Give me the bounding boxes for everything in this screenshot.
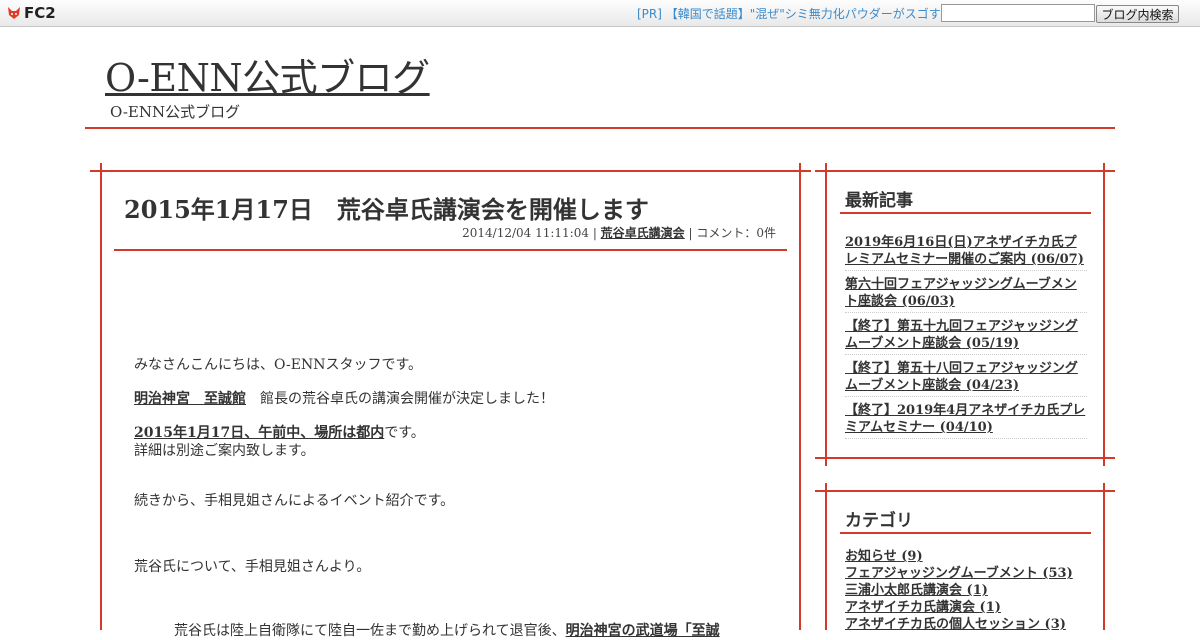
bio-text: 荒谷氏は陸上自衛隊にて陸自一佐まで勤め上げられて退官後、 — [174, 623, 566, 639]
recent-entry-link[interactable]: 第六十回フェアジャッジングムーブメント座談会 (06/03) — [845, 277, 1077, 309]
recent-frame-bottom — [815, 457, 1115, 459]
entry-paragraph-greeting: みなさんこんにちは、O-ENNスタッフです。 — [134, 357, 423, 373]
recent-entry-link[interactable]: 【終了】2019年4月アネザイチカ氏プレミアムセミナー (04/10) — [845, 403, 1085, 435]
recent-entries-list: 2019年6月16日(日)アネザイチカ氏プレミアムセミナー開催のご案内 (06/… — [845, 233, 1087, 443]
category-list: お知らせ (9) フェアジャッジングムーブメント (53) 三浦小太郎氏講演会 … — [845, 548, 1073, 633]
recent-entry-item: 【終了】第五十九回フェアジャッジングムーブメント座談会 (05/19) — [845, 317, 1087, 355]
blog-search-button[interactable]: ブログ内検索 — [1096, 5, 1179, 23]
category-item: アネザイチカ氏の個人セッション (3) — [845, 616, 1073, 633]
entry-paragraph-announcement: 明治神宮 至誠館 館長の荒谷卓氏の講演会開催が決定しました！ — [134, 390, 554, 408]
category-link[interactable]: お知らせ (9) — [845, 549, 923, 564]
announcement-text: 館長の荒谷卓氏の講演会開催が決定しました！ — [246, 391, 554, 407]
entry-title: 2015年1月17日 荒谷卓氏講演会を開催します — [124, 195, 649, 224]
category-heading-underline — [840, 532, 1091, 534]
recent-entry-item: 2019年6月16日(日)アネザイチカ氏プレミアムセミナー開催のご案内 (06/… — [845, 233, 1087, 271]
recent-heading-underline — [840, 212, 1091, 214]
meiji-jingu-link[interactable]: 明治神宮 至誠館 — [134, 391, 246, 407]
budojo-link[interactable]: 明治神宮の武道場「至誠 — [566, 623, 720, 639]
pr-ad-link[interactable]: [PR] 【韓国で話題】"混ぜ"シミ無力化パウダーがスゴす — [637, 5, 941, 22]
blog-title-link[interactable]: O-ENN公式ブログ — [105, 47, 430, 102]
category-item: 三浦小太郎氏講演会 (1) — [845, 582, 1073, 599]
fc2-logo[interactable]: FC2 — [6, 4, 56, 22]
category-frame-top — [815, 490, 1115, 492]
recent-frame-right — [1103, 163, 1105, 466]
category-heading: カテゴリ — [845, 511, 913, 531]
recent-entry-item: 【終了】2019年4月アネザイチカ氏プレミアムセミナー (04/10) — [845, 401, 1087, 439]
recent-entry-link[interactable]: 【終了】第五十八回フェアジャッジングムーブメント座談会 (04/23) — [845, 361, 1078, 393]
fc2-header-bar: FC2 [PR] 【韓国で話題】"混ぜ"シミ無力化パウダーがスゴす ブログ内検索 — [0, 0, 1200, 27]
entry-comments[interactable]: | コメント：0件 — [685, 226, 777, 240]
entry-paragraph-details: 詳細は別途ご案内致します。 — [134, 443, 315, 459]
recent-entry-link[interactable]: 【終了】第五十九回フェアジャッジングムーブメント座談会 (05/19) — [845, 319, 1078, 351]
entry-frame-top — [90, 170, 811, 172]
entry-paragraph-continue: 続きから、手相見姐さんによるイベント紹介です。 — [134, 493, 455, 509]
category-item: お知らせ (9) — [845, 548, 1073, 565]
entry-title-divider — [114, 249, 787, 251]
blog-description: O-ENN公式ブログ — [110, 103, 241, 121]
header-divider — [85, 127, 1115, 129]
recent-frame-left — [825, 163, 827, 466]
recent-entry-link[interactable]: 2019年6月16日(日)アネザイチカ氏プレミアムセミナー開催のご案内 (06/… — [845, 235, 1084, 267]
entry-meta: 2014/12/04 11:11:04 | 荒谷卓氏講演会 | コメント：0件 — [462, 224, 776, 241]
category-link[interactable]: フェアジャッジングムーブメント (53) — [845, 566, 1073, 581]
category-item: アネザイチカ氏講演会 (1) — [845, 599, 1073, 616]
recent-entries-heading: 最新記事 — [845, 191, 913, 211]
fc2-fox-icon — [8, 7, 20, 19]
entry-paragraph-date: 2015年1月17日、午前中、場所は都内です。 — [134, 424, 425, 442]
category-link[interactable]: 三浦小太郎氏講演会 (1) — [845, 583, 988, 598]
event-date-link[interactable]: 2015年1月17日、午前中、場所は都内 — [134, 425, 384, 441]
category-frame-right — [1103, 483, 1105, 630]
recent-frame-top — [815, 170, 1115, 172]
recent-entry-item: 第六十回フェアジャッジングムーブメント座談会 (06/03) — [845, 275, 1087, 313]
entry-frame-left — [100, 163, 102, 630]
entry-frame-right — [799, 163, 801, 630]
category-frame-left — [825, 483, 827, 630]
entry-category-link[interactable]: 荒谷卓氏講演会 — [601, 226, 685, 240]
event-date-suffix: です。 — [384, 425, 425, 441]
entry-date: 2014/12/04 11:11:04 | — [462, 226, 601, 240]
category-item: フェアジャッジングムーブメント (53) — [845, 565, 1073, 582]
fc2-logo-text: FC2 — [24, 4, 56, 22]
entry-paragraph-bio: 荒谷氏は陸上自衛隊にて陸自一佐まで勤め上げられて退官後、明治神宮の武道場「至誠 — [174, 622, 720, 640]
recent-entry-item: 【終了】第五十八回フェアジャッジングムーブメント座談会 (04/23) — [845, 359, 1087, 397]
category-link[interactable]: アネザイチカ氏講演会 (1) — [845, 600, 1001, 615]
blog-search-input[interactable] — [941, 4, 1095, 22]
entry-paragraph-about: 荒谷氏について、手相見姐さんより。 — [134, 559, 371, 575]
